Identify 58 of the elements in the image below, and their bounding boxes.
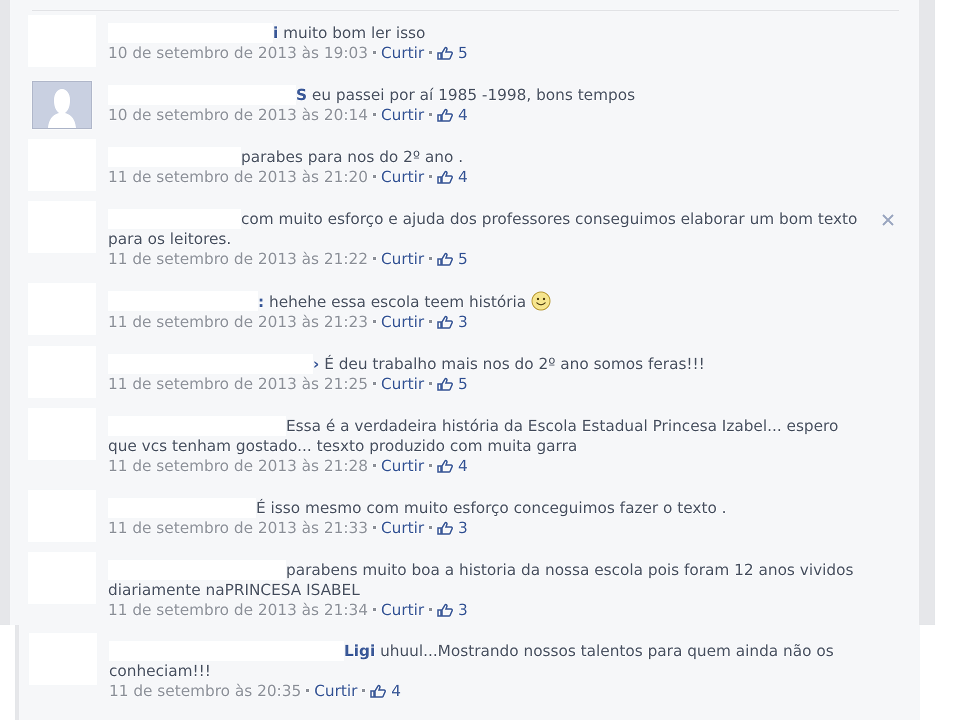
thumbs-up-icon — [437, 315, 454, 329]
author-name[interactable]: › — [313, 355, 320, 373]
author-name[interactable]: S — [296, 86, 308, 104]
like-link[interactable]: Curtir — [380, 457, 424, 475]
like-count: 5 — [458, 44, 468, 62]
thumbs-up-icon — [437, 170, 454, 184]
like-count: 4 — [458, 106, 468, 124]
comment-time: 11 de setembro às 20:35 — [109, 682, 302, 700]
comment-text: Ligi uhuul...Mostrando nossos talentos para quem ainda não os conheciam!!! — [109, 641, 835, 681]
like-link[interactable]: Curtir — [380, 375, 424, 393]
comment-time: 10 de setembro de 2013 às 20:14 — [108, 106, 368, 124]
comment-time: 11 de setembro de 2013 às 21:25 — [108, 375, 368, 393]
thumbs-up-icon — [437, 108, 454, 122]
comment-text: Essa é a verdadeira história da Escola Estadual Princesa Izabel... espero que vcs tenham gostado... tesxto produzido com muita garra — [108, 416, 840, 456]
thumbs-up-icon — [437, 46, 454, 60]
comment-text: com muito esforço e ajuda dos professores conseguimos elaborar um bom texto para os leitores. — [108, 209, 858, 249]
comment-text: É isso mesmo com muito esforço conceguimos fazer o texto . — [108, 498, 859, 518]
thumbs-up-icon — [370, 684, 386, 698]
like-count: 3 — [458, 519, 468, 537]
like-link[interactable]: Curtir — [380, 519, 424, 537]
comment-time: 11 de setembro de 2013 às 21:20 — [108, 168, 368, 186]
comment-text: i muito bom ler isso — [108, 23, 859, 43]
comment-time: 10 de setembro de 2013 às 19:03 — [108, 44, 368, 62]
author-name[interactable]: Ligi — [344, 642, 376, 660]
like-count: 3 — [458, 601, 468, 619]
like-link[interactable]: Curtir — [380, 44, 424, 62]
close-icon[interactable] — [881, 213, 895, 227]
author-name[interactable]: i — [273, 24, 278, 42]
thumbs-up-icon — [437, 459, 454, 473]
like-link[interactable]: Curtir — [314, 682, 358, 700]
like-link[interactable]: Curtir — [380, 601, 424, 619]
smiley-icon — [531, 291, 552, 311]
like-link[interactable]: Curtir — [380, 313, 424, 331]
comment-text: parabes para nos do 2º ano . — [108, 147, 859, 167]
comment-text: S eu passei por aí 1985 -1998, bons tempos — [108, 85, 859, 105]
like-count: 4 — [458, 457, 468, 475]
comment-time: 11 de setembro de 2013 às 21:23 — [108, 313, 368, 331]
thumbs-up-icon — [437, 252, 454, 266]
like-count: 4 — [458, 168, 468, 186]
comment-time: 11 de setembro de 2013 às 21:33 — [108, 519, 368, 537]
thumbs-up-icon — [437, 603, 454, 617]
comment-text: : hehehe essa escola teem história — [108, 291, 859, 312]
like-count: 3 — [458, 313, 468, 331]
comment-time: 11 de setembro de 2013 às 21:34 — [108, 601, 368, 619]
like-link[interactable]: Curtir — [380, 106, 424, 124]
like-link[interactable]: Curtir — [380, 168, 424, 186]
thumbs-up-icon — [437, 377, 454, 391]
author-name[interactable]: : — [258, 293, 264, 311]
comment-time: 11 de setembro de 2013 às 21:28 — [108, 457, 368, 475]
like-link[interactable]: Curtir — [380, 250, 424, 268]
like-count: 4 — [391, 682, 401, 700]
avatar-icon — [32, 81, 92, 129]
like-count: 5 — [458, 250, 468, 268]
comment-text: › É deu trabalho mais nos do 2º ano somos feras!!! — [108, 354, 859, 374]
comment-text: parabens muito boa a historia da nossa escola pois foram 12 anos vividos diariamente naPRINCESA ISABEL — [108, 560, 854, 600]
thumbs-up-icon — [437, 521, 454, 535]
like-count: 5 — [458, 375, 468, 393]
comment-time: 11 de setembro de 2013 às 21:22 — [108, 250, 368, 268]
